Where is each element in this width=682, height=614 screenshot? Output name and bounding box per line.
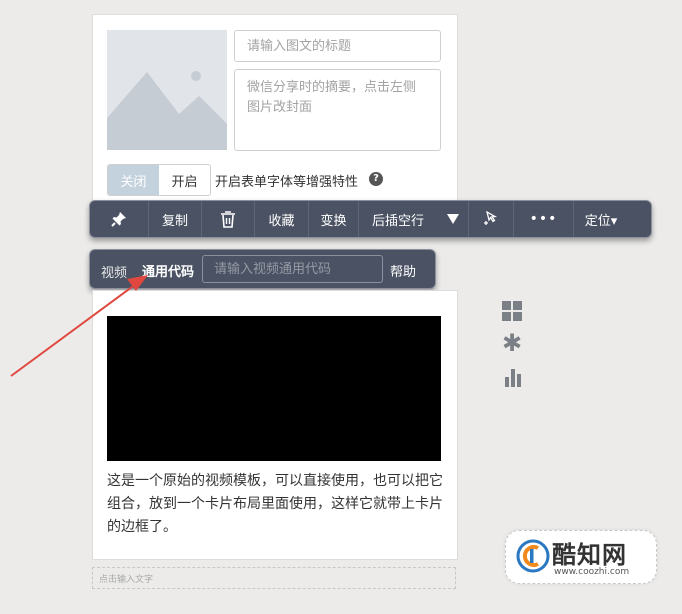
watermark-logo-icon [516, 539, 550, 573]
watermark-url: www.coozhi.com [554, 567, 630, 577]
annotation-arrow [10, 275, 148, 377]
watermark-name: 酷知网 [552, 541, 627, 569]
watermark: 酷知网 www.coozhi.com [505, 530, 657, 584]
